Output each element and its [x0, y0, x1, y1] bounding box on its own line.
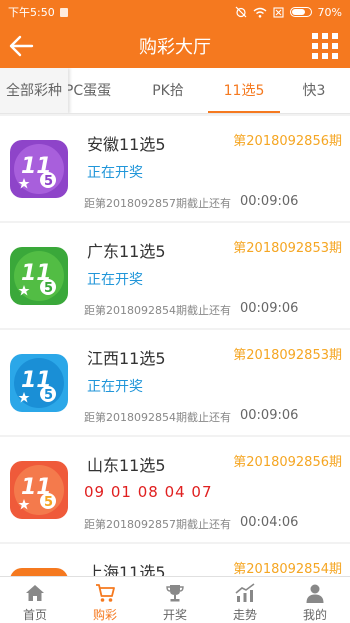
lottery-name: 江西11选5 — [87, 349, 166, 368]
trophy-icon — [166, 585, 184, 602]
battery-level: 70% — [317, 5, 342, 19]
home-icon — [26, 585, 44, 601]
lottery-11x5-logo-icon: 11 5 — [10, 140, 68, 198]
svg-text:5: 5 — [44, 174, 53, 189]
alarm-off-icon — [235, 6, 246, 18]
lottery-item-guangdong[interactable]: 11 5 广东11选5 第2018092853期 正在开奖 距第201809285… — [0, 223, 350, 328]
lottery-11x5-logo-icon: 11 5 — [10, 354, 68, 412]
tab-pc-dandan[interactable]: PC蛋蛋 — [62, 68, 114, 113]
deadline-label: 距第2018092857期截止还有 — [84, 197, 231, 210]
drawing-status: 正在开奖 — [87, 272, 143, 288]
tabbar-label: 首页 — [22, 608, 47, 622]
app-header: 购彩大厅 — [0, 24, 350, 68]
lottery-name: 安徽11选5 — [87, 135, 166, 154]
status-time: 下午5:50 — [8, 6, 55, 19]
drawing-status: 正在开奖 — [87, 165, 143, 181]
cart-icon — [96, 584, 115, 602]
tabbar-item-results[interactable]: 开奖 — [140, 577, 210, 623]
page-title: 购彩大厅 — [139, 37, 211, 58]
sim-card-icon — [59, 7, 68, 17]
wifi-icon — [253, 7, 266, 18]
lottery-list[interactable]: 11 5 安徽11选5 第2018092856期 正在开奖 距第201809285… — [0, 116, 350, 576]
lottery-period: 第2018092854期 — [233, 562, 342, 576]
countdown-timer: 00:09:06 — [240, 301, 299, 316]
countdown-timer: 00:09:06 — [240, 194, 299, 209]
svg-text:5: 5 — [44, 388, 53, 403]
lottery-item-shanghai[interactable]: 上海11选5 第2018092854期 — [0, 544, 350, 576]
status-bar: 下午5:50 70% — [0, 0, 350, 24]
tabbar-label: 走势 — [232, 608, 257, 622]
bottom-tab-bar: 首页 购彩 开奖 走势 我的 — [0, 576, 350, 623]
back-arrow-icon[interactable] — [8, 34, 34, 58]
tabbar-item-home[interactable]: 首页 — [0, 577, 70, 623]
lottery-period: 第2018092853期 — [233, 241, 342, 256]
tabbar-item-mine[interactable]: 我的 — [280, 577, 350, 623]
lottery-name: 山东11选5 — [87, 456, 166, 475]
battery-icon — [289, 7, 312, 17]
lottery-11x5-logo-icon: 11 5 — [10, 461, 68, 519]
user-icon — [306, 584, 324, 603]
lottery-item-anhui[interactable]: 11 5 安徽11选5 第2018092856期 正在开奖 距第201809285… — [0, 116, 350, 221]
tabbar-label: 我的 — [302, 608, 327, 622]
lottery-11x5-logo-icon — [10, 568, 68, 576]
deadline-label: 距第2018092854期截止还有 — [84, 304, 231, 317]
tab-k3[interactable]: 快3 — [294, 68, 334, 113]
lottery-item-jiangxi[interactable]: 11 5 江西11选5 第2018092853期 正在开奖 距第201809285… — [0, 330, 350, 435]
no-sim-icon — [272, 6, 284, 18]
tab-pk10[interactable]: PK拾 — [138, 68, 198, 113]
tab-11x5[interactable]: 11选5 — [208, 68, 280, 113]
trend-icon — [235, 583, 255, 602]
lottery-item-shandong[interactable]: 11 5 山东11选5 第2018092856期 09 01 08 04 07 距… — [0, 437, 350, 542]
svg-text:5: 5 — [44, 281, 53, 296]
lottery-11x5-logo-icon: 11 5 — [10, 247, 68, 305]
countdown-timer: 00:04:06 — [240, 515, 299, 530]
active-tab-indicator — [208, 111, 280, 113]
grid-menu-icon[interactable] — [312, 33, 338, 59]
svg-text:5: 5 — [44, 495, 53, 510]
deadline-label: 距第2018092857期截止还有 — [84, 518, 231, 531]
winning-numbers: 09 01 08 04 07 — [84, 483, 213, 501]
category-tabs: 全部彩种 PC蛋蛋 PK拾 11选5 快3 — [0, 68, 350, 114]
tabbar-label: 购彩 — [92, 608, 117, 622]
lottery-name: 上海11选5 — [87, 563, 166, 576]
drawing-status: 正在开奖 — [87, 379, 143, 395]
lottery-period: 第2018092856期 — [233, 134, 342, 149]
deadline-label: 距第2018092854期截止还有 — [84, 411, 231, 424]
tabbar-label: 开奖 — [162, 608, 187, 622]
tabbar-item-trend[interactable]: 走势 — [210, 577, 280, 623]
tab-all[interactable]: 全部彩种 — [0, 68, 68, 113]
countdown-timer: 00:09:06 — [240, 408, 299, 423]
lottery-name: 广东11选5 — [87, 242, 166, 261]
lottery-period: 第2018092853期 — [233, 348, 342, 363]
tabbar-item-buy[interactable]: 购彩 — [70, 577, 140, 623]
lottery-period: 第2018092856期 — [233, 455, 342, 470]
